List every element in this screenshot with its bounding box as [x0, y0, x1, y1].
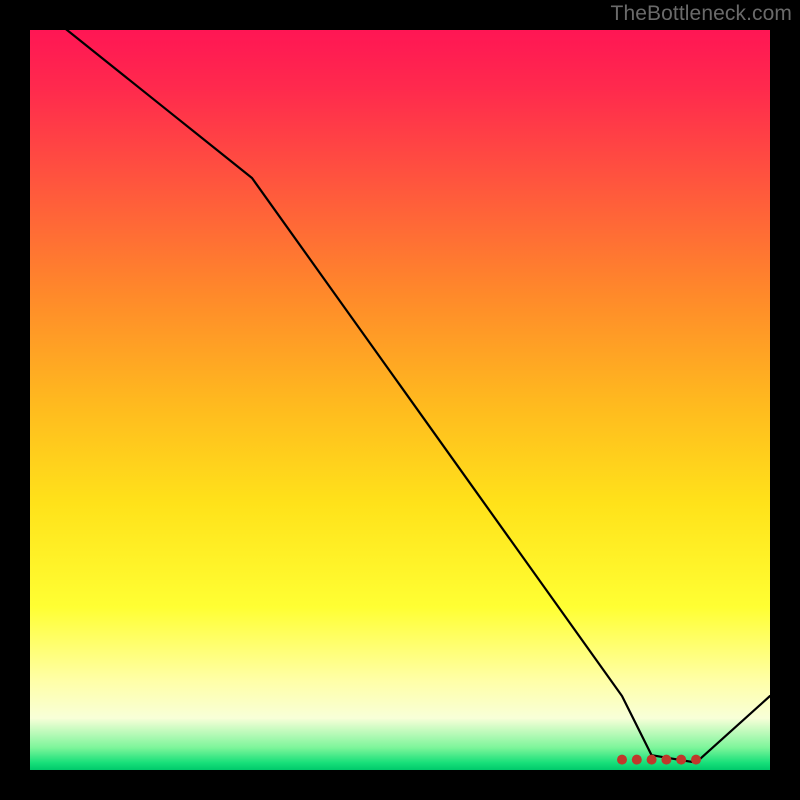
data-marker [647, 755, 657, 765]
bottleneck-curve [30, 30, 770, 763]
plot-area [30, 30, 770, 770]
data-marker [676, 755, 686, 765]
data-marker [661, 755, 671, 765]
chart-svg [30, 30, 770, 770]
attribution-text: TheBottleneck.com [611, 2, 792, 26]
data-marker [691, 755, 701, 765]
data-marker [617, 755, 627, 765]
chart-frame: TheBottleneck.com [0, 0, 800, 800]
data-marker [632, 755, 642, 765]
